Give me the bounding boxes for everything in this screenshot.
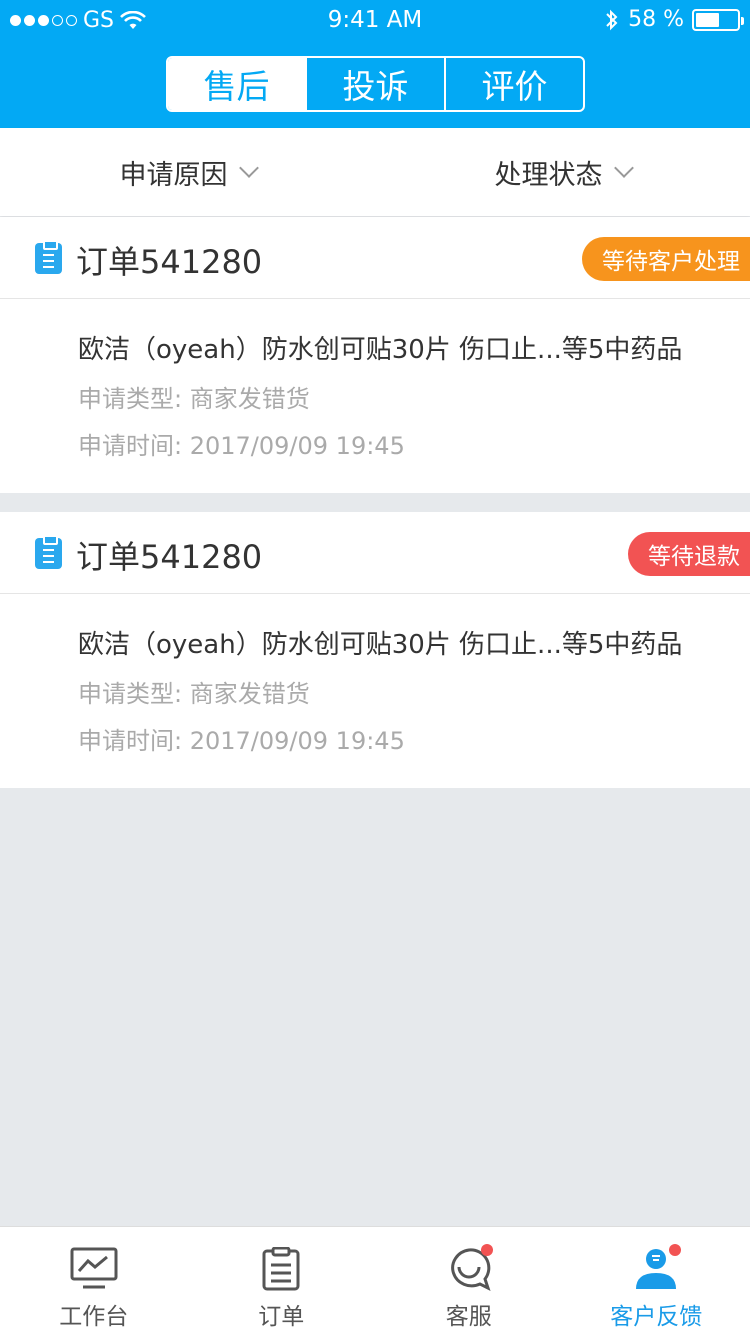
filter-bar: 申请原因 处理状态	[0, 128, 750, 216]
chevron-down-icon	[613, 158, 634, 178]
order-card-body: 欧洁（oyeah）防水创可贴30片 伤口止...等5中药品 申请类型: 商家发错…	[0, 594, 750, 788]
order-card[interactable]: 订单541280 等待退款 欧洁（oyeah）防水创可贴30片 伤口止...等5…	[0, 512, 750, 788]
tab-label: 客户反馈	[610, 1304, 703, 1330]
order-title: 订单541280	[76, 538, 263, 576]
notification-dot	[481, 1244, 493, 1256]
tab-label: 客服	[445, 1304, 492, 1330]
apply-time: 申请时间: 2017/09/09 19:45	[78, 432, 405, 460]
filter-reason-label: 申请原因	[119, 159, 228, 191]
tab-orders[interactable]: 订单	[188, 1227, 376, 1334]
apply-time: 申请时间: 2017/09/09 19:45	[78, 727, 405, 755]
monitor-chart-icon	[70, 1247, 118, 1289]
clipboard-icon	[35, 535, 62, 569]
chevron-down-icon	[238, 158, 259, 178]
order-card-header: 订单541280 等待客户处理	[0, 217, 750, 299]
filter-reason-dropdown[interactable]: 申请原因	[0, 128, 375, 216]
notification-dot	[668, 1244, 681, 1256]
battery-icon	[692, 8, 744, 31]
order-title: 订单541280	[76, 243, 263, 281]
header: GS 9:41 AM 58 % 售后 投诉 评价	[0, 0, 750, 128]
filter-status-label: 处理状态	[494, 159, 603, 191]
tab-label: 工作台	[59, 1304, 129, 1330]
product-name: 欧洁（oyeah）防水创可贴30片 伤口止...等5中药品	[78, 335, 683, 365]
apply-type: 申请类型: 商家发错货	[78, 680, 310, 708]
order-card-body: 欧洁（oyeah）防水创可贴30片 伤口止...等5中药品 申请类型: 商家发错…	[0, 299, 750, 493]
filter-status-dropdown[interactable]: 处理状态	[375, 128, 750, 216]
tab-customer-feedback[interactable]: 客户反馈	[563, 1227, 750, 1334]
tab-bar: 工作台 订单 客服 客户反馈	[0, 1226, 750, 1334]
apply-type: 申请类型: 商家发错货	[78, 385, 310, 413]
segment-complaint[interactable]: 投诉	[305, 58, 444, 110]
status-badge: 等待退款	[628, 532, 750, 576]
battery-percent: 58 %	[628, 7, 684, 32]
segment-after-sales[interactable]: 售后	[168, 58, 305, 110]
tab-label: 订单	[258, 1304, 305, 1330]
tab-customer-service[interactable]: 客服	[375, 1227, 563, 1334]
product-name: 欧洁（oyeah）防水创可贴30片 伤口止...等5中药品	[78, 630, 683, 660]
status-bar: GS 9:41 AM 58 %	[0, 0, 750, 40]
tab-workbench[interactable]: 工作台	[0, 1227, 188, 1334]
clipboard-list-icon	[262, 1247, 300, 1291]
battery-level	[696, 12, 720, 27]
order-card[interactable]: 订单541280 等待客户处理 欧洁（oyeah）防水创可贴30片 伤口止...…	[0, 217, 750, 493]
status-right: 58 %	[604, 7, 744, 32]
bluetooth-icon	[606, 9, 618, 30]
segment-review[interactable]: 评价	[444, 58, 583, 110]
clipboard-icon	[35, 240, 62, 274]
segment-control: 售后 投诉 评价	[166, 56, 585, 112]
status-badge: 等待客户处理	[582, 237, 750, 281]
order-card-header: 订单541280 等待退款	[0, 512, 750, 594]
